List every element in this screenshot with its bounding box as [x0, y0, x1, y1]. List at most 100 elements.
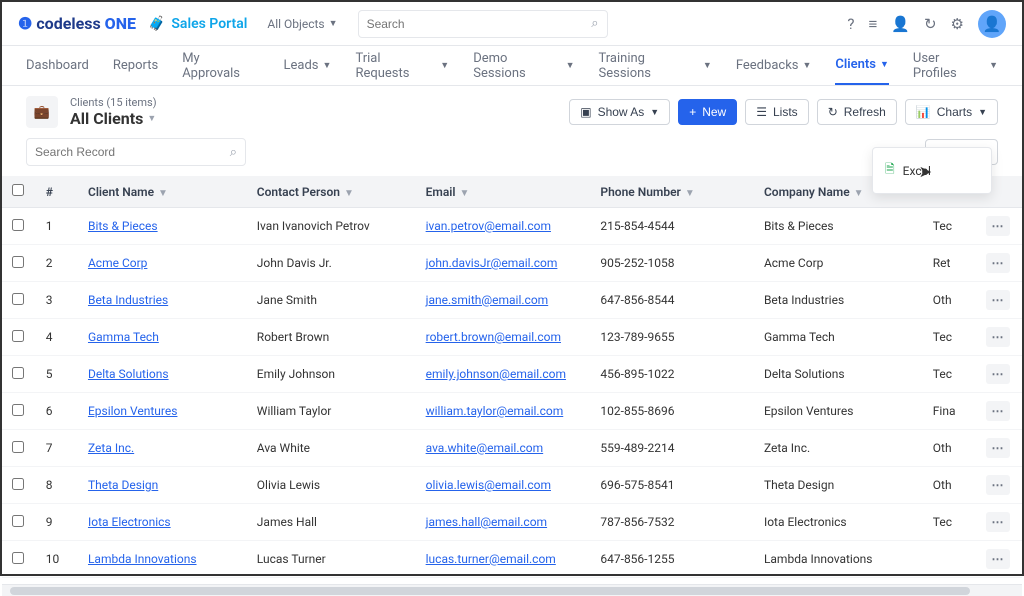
table-wrapper[interactable]: #Client Name▼Contact Person▼Email▼Phone …	[2, 176, 1022, 584]
nav-training-sessions[interactable]: Training Sessions▼	[599, 46, 712, 85]
client-name-link[interactable]: Gamma Tech	[78, 319, 247, 356]
nav-leads[interactable]: Leads▼	[284, 46, 332, 85]
row-actions-button[interactable]: ⋯	[986, 549, 1010, 569]
email-link[interactable]: lucas.turner@email.com	[416, 541, 591, 578]
table-row: 9Iota ElectronicsJames Halljames.hall@em…	[2, 504, 1022, 541]
global-search-input[interactable]	[367, 17, 592, 31]
client-name-link[interactable]: Zeta Inc.	[78, 430, 247, 467]
filter-icon[interactable]: ▼	[158, 188, 168, 199]
contact-person: William Taylor	[247, 393, 416, 430]
horizontal-scrollbar[interactable]	[2, 584, 1022, 596]
search-record-input[interactable]	[35, 145, 230, 159]
client-name-link[interactable]: Acme Corp	[78, 245, 247, 282]
filter-icon[interactable]: ▼	[685, 188, 695, 199]
charts-button[interactable]: 📊Charts▼	[905, 99, 998, 125]
email-link[interactable]: robert.brown@email.com	[416, 319, 591, 356]
email-link[interactable]: ava.white@email.com	[416, 430, 591, 467]
row-actions-button[interactable]: ⋯	[986, 327, 1010, 347]
client-name-link[interactable]: Epsilon Ventures	[78, 393, 247, 430]
row-checkbox[interactable]	[12, 256, 24, 268]
email-link[interactable]: emily.johnson@email.com	[416, 356, 591, 393]
select-all-checkbox[interactable]	[12, 184, 24, 196]
list-title-button[interactable]: All Clients ▼	[70, 109, 157, 128]
client-name-link[interactable]: Delta Solutions	[78, 356, 247, 393]
nav-feedbacks[interactable]: Feedbacks▼	[736, 46, 812, 85]
nav-label: User Profiles	[913, 51, 985, 81]
help-icon[interactable]: ?	[847, 15, 854, 33]
scrollbar-thumb[interactable]	[10, 587, 970, 595]
nav-demo-sessions[interactable]: Demo Sessions▼	[473, 46, 574, 85]
gear-icon[interactable]: ⚙	[951, 15, 964, 33]
new-label: New	[702, 105, 726, 119]
excel-icon: 🗎	[885, 160, 895, 181]
export-excel-label: Excel	[903, 164, 931, 178]
row-actions-button[interactable]: ⋯	[986, 364, 1010, 384]
filter-icon[interactable]: ▼	[460, 188, 470, 199]
filter-icon[interactable]: ▼	[344, 188, 354, 199]
avatar[interactable]: 👤	[978, 10, 1006, 38]
email-link[interactable]: ivan.petrov@email.com	[416, 208, 591, 245]
nav-user-profiles[interactable]: User Profiles ▼	[913, 46, 998, 85]
nav-my-approvals[interactable]: My Approvals	[182, 46, 259, 85]
email-link[interactable]: john.davisJr@email.com	[416, 245, 591, 282]
company-name: Beta Industries	[754, 282, 923, 319]
client-name-link[interactable]: Beta Industries	[78, 282, 247, 319]
row-number: 8	[36, 467, 78, 504]
filter-icon[interactable]: ▼	[854, 188, 864, 199]
row-checkbox[interactable]	[12, 293, 24, 305]
row-checkbox[interactable]	[12, 367, 24, 379]
nav-reports[interactable]: Reports	[113, 46, 158, 85]
email-link[interactable]: jane.smith@email.com	[416, 282, 591, 319]
row-actions-button[interactable]: ⋯	[986, 512, 1010, 532]
col-email[interactable]: Email ▼	[416, 176, 591, 208]
row-actions-button[interactable]: ⋯	[986, 438, 1010, 458]
nav-dashboard[interactable]: Dashboard	[26, 46, 89, 85]
row-checkbox[interactable]	[12, 441, 24, 453]
nav-clients[interactable]: Clients▼	[835, 46, 888, 85]
chevron-down-icon: ▼	[703, 60, 712, 71]
row-checkbox[interactable]	[12, 515, 24, 527]
col-phone-number[interactable]: Phone Number▼	[590, 176, 754, 208]
database-icon[interactable]: ≡	[869, 15, 878, 33]
show-as-button[interactable]: ▣Show As▼	[569, 99, 670, 125]
row-actions-button[interactable]: ⋯	[986, 475, 1010, 495]
client-name-link[interactable]: Theta Design	[78, 467, 247, 504]
search-icon: ⌕	[230, 145, 237, 160]
chevron-down-icon: ▼	[989, 60, 998, 71]
row-checkbox[interactable]	[12, 330, 24, 342]
logo-prefix: codeless	[36, 14, 100, 33]
row-number: 10	[36, 541, 78, 578]
industry: Fina	[923, 393, 976, 430]
row-actions-button[interactable]: ⋯	[986, 253, 1010, 273]
lists-button[interactable]: ☰Lists	[745, 99, 808, 125]
row-checkbox[interactable]	[12, 404, 24, 416]
client-name-link[interactable]: Lambda Innovations	[78, 541, 247, 578]
row-checkbox[interactable]	[12, 552, 24, 564]
col-label: Email	[426, 185, 456, 199]
table-row: 4Gamma TechRobert Brownrobert.brown@emai…	[2, 319, 1022, 356]
email-link[interactable]: james.hall@email.com	[416, 504, 591, 541]
col-client-name[interactable]: Client Name▼	[78, 176, 247, 208]
row-checkbox[interactable]	[12, 219, 24, 231]
client-name-link[interactable]: Iota Electronics	[78, 504, 247, 541]
row-checkbox[interactable]	[12, 478, 24, 490]
search-record[interactable]: ⌕	[26, 138, 246, 166]
logo[interactable]: ❶codelessONE	[18, 14, 136, 33]
export-excel-item[interactable]: 🗎 Excel	[873, 154, 991, 187]
email-link[interactable]: william.taylor@email.com	[416, 393, 591, 430]
row-actions-button[interactable]: ⋯	[986, 401, 1010, 421]
nav-trial-requests[interactable]: Trial Requests▼	[355, 46, 449, 85]
history-icon[interactable]: ↻	[924, 15, 937, 33]
row-actions-button[interactable]: ⋯	[986, 290, 1010, 310]
col--[interactable]: #	[36, 176, 78, 208]
row-actions-button[interactable]: ⋯	[986, 216, 1010, 236]
new-button[interactable]: +New	[678, 99, 737, 125]
add-user-icon[interactable]: 👤	[891, 15, 910, 33]
email-link[interactable]: olivia.lewis@email.com	[416, 467, 591, 504]
object-selector[interactable]: All Objects ▼	[259, 17, 345, 31]
portal-badge[interactable]: 🧳 Sales Portal	[148, 16, 247, 32]
client-name-link[interactable]: Bits & Pieces	[78, 208, 247, 245]
col-contact-person[interactable]: Contact Person▼	[247, 176, 416, 208]
refresh-button[interactable]: ↻Refresh	[817, 99, 897, 125]
global-search[interactable]: ⌕	[358, 10, 608, 38]
